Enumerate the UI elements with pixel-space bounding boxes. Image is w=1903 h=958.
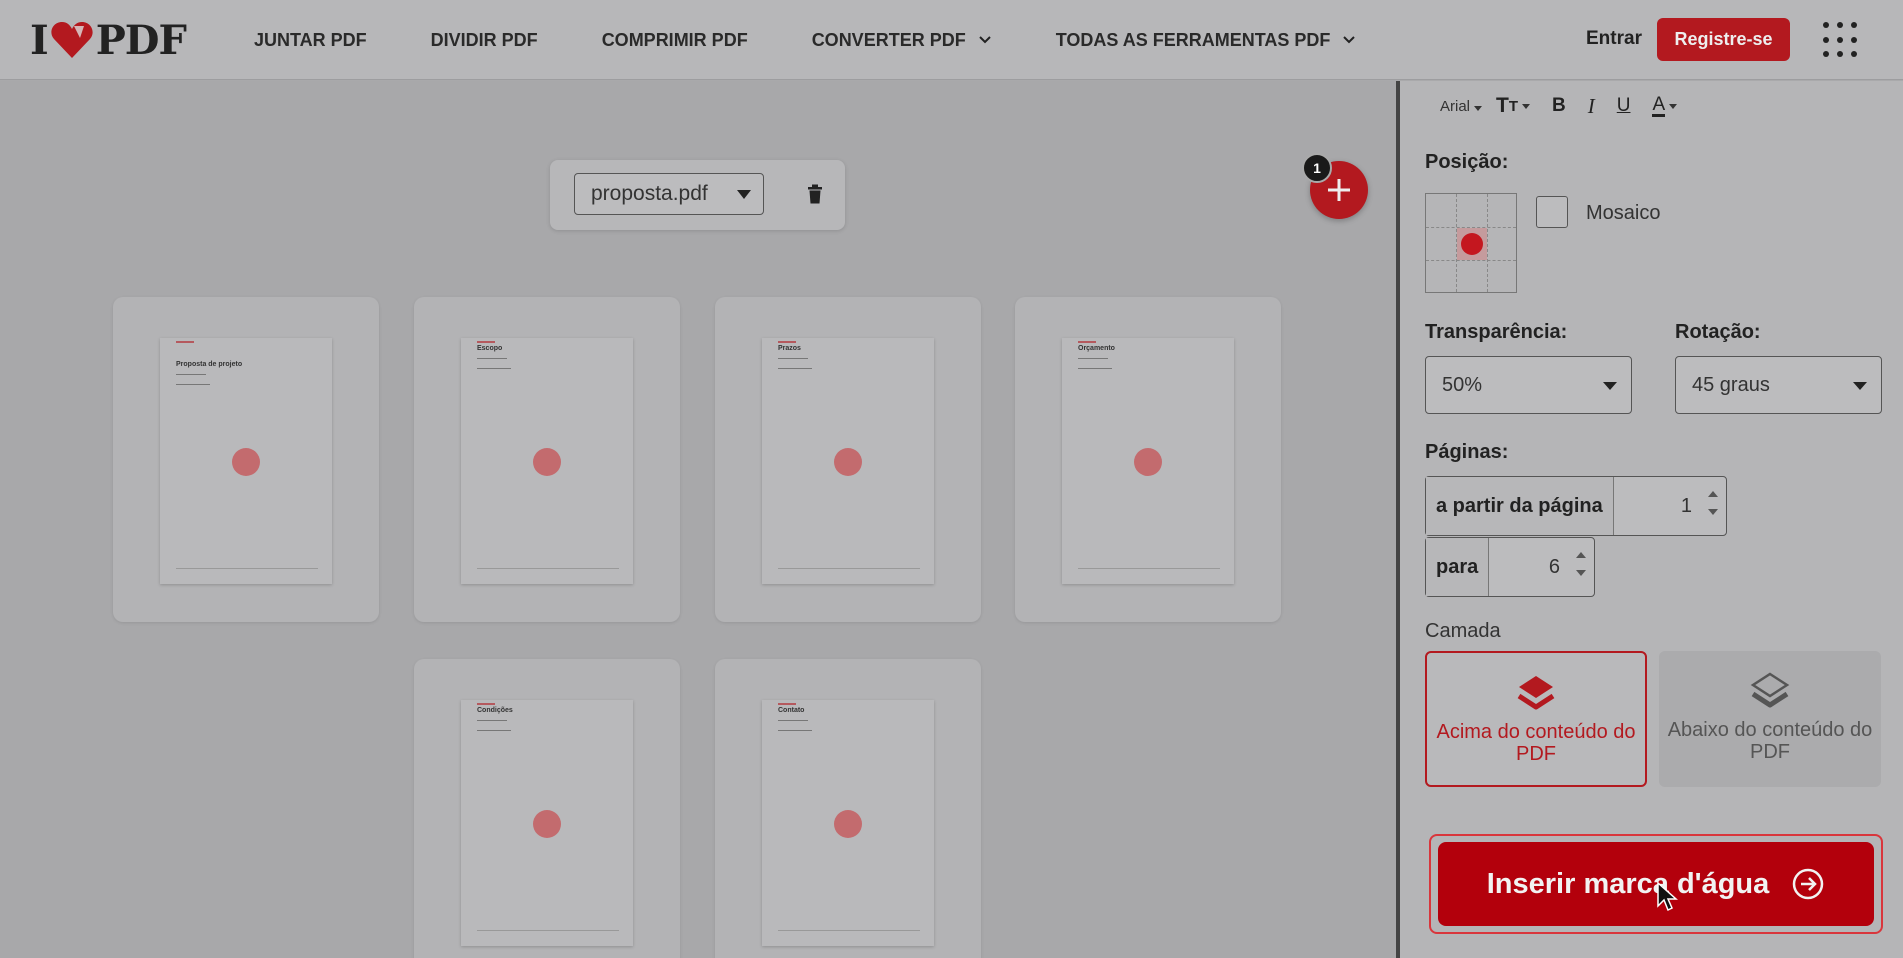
transparency-select[interactable]: 50%: [1425, 356, 1632, 414]
page-title: Prazos: [778, 345, 801, 352]
caret-down-icon: [1603, 382, 1617, 390]
layer-below-option[interactable]: Abaixo do conteúdo do PDF: [1659, 651, 1881, 787]
from-page-label: a partir da página: [1426, 477, 1614, 535]
page-title: Proposta de projeto: [176, 361, 243, 368]
page-preview: Orçamento: [1062, 338, 1234, 584]
from-page-value[interactable]: 1: [1681, 495, 1692, 518]
layer-above-option[interactable]: Acima do conteúdo do PDF: [1425, 651, 1647, 787]
page-title: Escopo: [477, 345, 503, 352]
chevron-down-icon: [1343, 36, 1356, 44]
from-page-field[interactable]: a partir da página 1: [1425, 476, 1727, 536]
chevron-down-icon: [978, 36, 991, 44]
login-link[interactable]: Entrar: [1586, 28, 1642, 50]
apps-grid-icon[interactable]: [1823, 22, 1859, 58]
mosaic-checkbox[interactable]: [1536, 196, 1568, 228]
position-label: Posição:: [1425, 151, 1509, 173]
main-nav: JUNTAR PDF DIVIDIR PDF COMPRIMIR PDF CON…: [254, 0, 1420, 80]
page-preview: Contato: [762, 700, 934, 946]
nav-merge-pdf[interactable]: JUNTAR PDF: [254, 30, 367, 51]
watermark-preview: [1134, 448, 1162, 476]
file-count-badge: 1: [1302, 153, 1332, 183]
preview-area: proposta.pdf 1 Proposta de projeto Escop…: [0, 81, 1396, 958]
nav-all-tools[interactable]: TODAS AS FERRAMENTAS PDF: [1056, 30, 1357, 51]
register-button[interactable]: Registre-se: [1657, 18, 1790, 61]
page-title: Contato: [778, 707, 805, 714]
page-preview: Condições: [461, 700, 633, 946]
file-select[interactable]: proposta.pdf: [574, 173, 764, 215]
rotation-select[interactable]: 45 graus: [1675, 356, 1882, 414]
arrow-right-circle-icon: [1793, 868, 1824, 900]
layers-below-icon: [1750, 672, 1790, 708]
spinner-icon[interactable]: [1708, 491, 1718, 521]
mosaic-label: Mosaico: [1586, 202, 1661, 224]
page-preview: Proposta de projeto: [160, 338, 332, 584]
page-thumbnail[interactable]: Prazos: [715, 297, 981, 622]
watermark-preview: [533, 448, 561, 476]
layers-above-icon: [1517, 676, 1555, 710]
nav-split-pdf[interactable]: DIVIDIR PDF: [431, 30, 538, 51]
trash-icon[interactable]: [807, 184, 823, 204]
underline-icon[interactable]: U: [1617, 95, 1631, 117]
page-thumbnail[interactable]: Condições: [414, 659, 680, 958]
to-page-label: para: [1426, 538, 1490, 596]
file-toolbar: proposta.pdf: [550, 160, 845, 230]
position-grid[interactable]: [1425, 193, 1517, 293]
page-thumbnail[interactable]: Proposta de projeto: [113, 297, 379, 622]
layer-label: Camada: [1425, 620, 1501, 642]
page-preview: Prazos: [762, 338, 934, 584]
nav-convert-pdf[interactable]: CONVERTER PDF: [812, 30, 992, 51]
italic-icon[interactable]: I: [1588, 94, 1595, 119]
page-title: Condições: [477, 707, 513, 714]
page-preview: Escopo: [461, 338, 633, 584]
page-thumbnail[interactable]: Contato: [715, 659, 981, 958]
ilovepdf-logo[interactable]: I PDF: [30, 17, 187, 64]
caret-down-icon: [737, 190, 751, 199]
watermark-preview: [834, 448, 862, 476]
font-size-icon[interactable]: TT: [1496, 94, 1531, 118]
pages-label: Páginas:: [1425, 441, 1509, 463]
bold-icon[interactable]: B: [1552, 95, 1566, 117]
caret-down-icon: [1853, 382, 1867, 390]
text-color-icon[interactable]: A: [1652, 95, 1678, 117]
position-marker: [1461, 233, 1483, 255]
page-thumbnail[interactable]: Orçamento: [1015, 297, 1281, 622]
to-page-field[interactable]: para 6: [1425, 537, 1595, 597]
mouse-cursor-icon: [1657, 881, 1678, 912]
text-format-toolbar: Arial TT B I U A: [1440, 91, 1699, 121]
plus-icon: [1328, 179, 1350, 201]
transparency-label: Transparência:: [1425, 321, 1568, 343]
logo-letter-i: I: [30, 16, 49, 64]
watermark-options-panel: Arial TT B I U A Posição: Mosaico Transp…: [1396, 81, 1903, 958]
font-select[interactable]: Arial: [1440, 98, 1483, 115]
page-title: Orçamento: [1078, 345, 1115, 352]
top-header: I PDF JUNTAR PDF DIVIDIR PDF COMPRIMIR P…: [0, 0, 1903, 80]
rotation-label: Rotação:: [1675, 321, 1761, 343]
to-page-value[interactable]: 6: [1549, 556, 1560, 579]
watermark-preview: [533, 810, 561, 838]
logo-word-pdf: PDF: [95, 16, 187, 64]
heart-icon: [51, 22, 93, 58]
page-thumbnail[interactable]: Escopo: [414, 297, 680, 622]
watermark-preview: [834, 810, 862, 838]
spinner-icon[interactable]: [1576, 552, 1586, 582]
watermark-preview: [232, 448, 260, 476]
nav-compress-pdf[interactable]: COMPRIMIR PDF: [602, 30, 748, 51]
